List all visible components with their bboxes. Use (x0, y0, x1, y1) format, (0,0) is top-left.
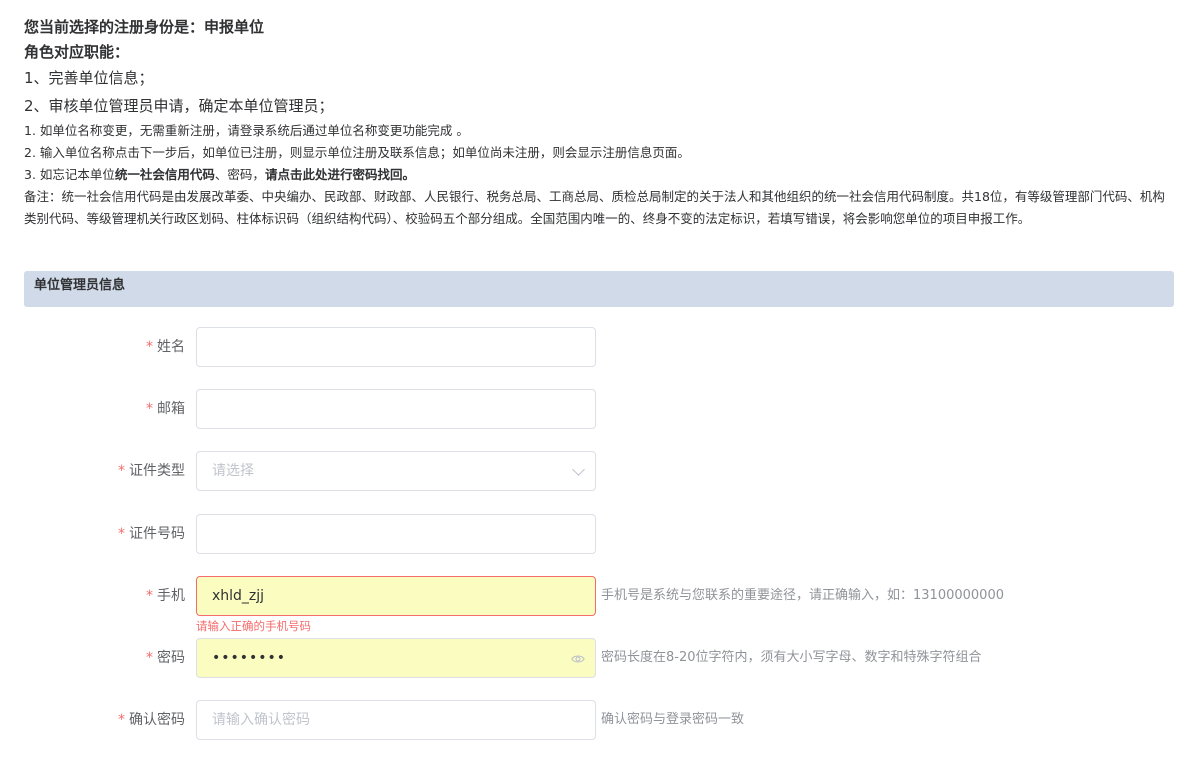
note-3-prefix: 3. 如忘记本单位 (24, 167, 115, 182)
password-hint: 密码长度在8-20位字符内，须有大小写字母、数字和特殊字符组合 (601, 650, 982, 665)
form-row-id-number: * 证件号码 (24, 514, 1174, 554)
chevron-down-icon (572, 463, 585, 476)
password-value: •••••••• (212, 650, 287, 666)
form-row-confirm-password: * 确认密码 请输入确认密码 确认密码与登录密码一致 (24, 700, 1174, 740)
section-header: 单位管理员信息 (24, 271, 1174, 307)
id-type-select[interactable]: 请选择 (196, 451, 596, 491)
phone-hint: 手机号是系统与您联系的重要途径，请正确输入，如：13100000000 (601, 588, 1004, 603)
note-3: 3. 如忘记本单位统一社会信用代码、密码，请点击此处进行密码找回。 (24, 164, 1174, 186)
password-label-text: 密码 (157, 650, 185, 666)
name-label-text: 姓名 (157, 339, 185, 355)
role-title: 角色对应职能： (24, 43, 130, 61)
identity-line: 您当前选择的注册身份是：申报单位 (24, 18, 265, 36)
note-1: 1. 如单位名称变更，无需重新注册，请登录系统后通过单位名称变更功能完成 。 (24, 123, 469, 138)
confirm-password-label-text: 确认密码 (129, 712, 185, 728)
form-row-id-type: * 证件类型 请选择 (24, 451, 1174, 491)
id-type-placeholder: 请选择 (212, 463, 254, 479)
confirm-password-label: * 确认密码 (24, 700, 185, 740)
password-input[interactable]: •••••••• (196, 638, 596, 678)
required-mark: * (146, 339, 153, 355)
info-panel: 您当前选择的注册身份是：申报单位 角色对应职能： 1、完善单位信息； 2、审核单… (24, 14, 1174, 230)
role-item-2: 2、审核单位管理员申请，确定本单位管理员； (24, 97, 334, 115)
form-row-email: * 邮箱 (24, 389, 1174, 429)
password-label: * 密码 (24, 638, 185, 678)
name-label: * 姓名 (24, 327, 185, 367)
confirm-password-input[interactable]: 请输入确认密码 (196, 700, 596, 740)
remark: 备注：统一社会信用代码是由发展改革委、中央编办、民政部、财政部、人民银行、税务总… (24, 189, 1165, 226)
email-label: * 邮箱 (24, 389, 185, 429)
form-row-name: * 姓名 (24, 327, 1174, 367)
id-number-label: * 证件号码 (24, 514, 185, 554)
id-type-label-text: 证件类型 (129, 463, 185, 479)
required-mark: * (118, 463, 125, 479)
note-3-credit-code: 统一社会信用代码 (114, 167, 215, 182)
id-number-label-text: 证件号码 (129, 526, 185, 542)
form-row-password: * 密码 •••••••• 密码长度在8-20位字符内，须有大小写字母、数字和特殊… (24, 638, 1174, 678)
eye-icon[interactable] (571, 652, 585, 666)
phone-label-text: 手机 (157, 588, 185, 604)
email-label-text: 邮箱 (157, 401, 185, 417)
confirm-password-hint: 确认密码与登录密码一致 (601, 712, 745, 727)
note-3-mid: 、密码， (214, 167, 265, 182)
required-mark: * (118, 526, 125, 542)
required-mark: * (146, 650, 153, 666)
password-recovery-link[interactable]: 请点击此处进行密码找回。 (265, 167, 415, 182)
id-number-input[interactable] (196, 514, 596, 554)
phone-value: xhld_zjj (212, 588, 265, 604)
required-mark: * (146, 401, 153, 417)
id-type-label: * 证件类型 (24, 451, 185, 491)
name-input[interactable] (196, 327, 596, 367)
form-row-phone: * 手机 xhld_zjj 手机号是系统与您联系的重要途径，请正确输入，如：131… (24, 576, 1174, 633)
role-item-1: 1、完善单位信息； (24, 69, 154, 87)
phone-input[interactable]: xhld_zjj (196, 576, 596, 616)
required-mark: * (146, 588, 153, 604)
phone-error: 请输入正确的手机号码 (196, 619, 311, 633)
note-2: 2. 输入单位名称点击下一步后，如单位已注册，则显示单位注册及联系信息；如单位尚… (24, 145, 690, 160)
email-input[interactable] (196, 389, 596, 429)
required-mark: * (118, 712, 125, 728)
phone-label: * 手机 (24, 576, 185, 616)
